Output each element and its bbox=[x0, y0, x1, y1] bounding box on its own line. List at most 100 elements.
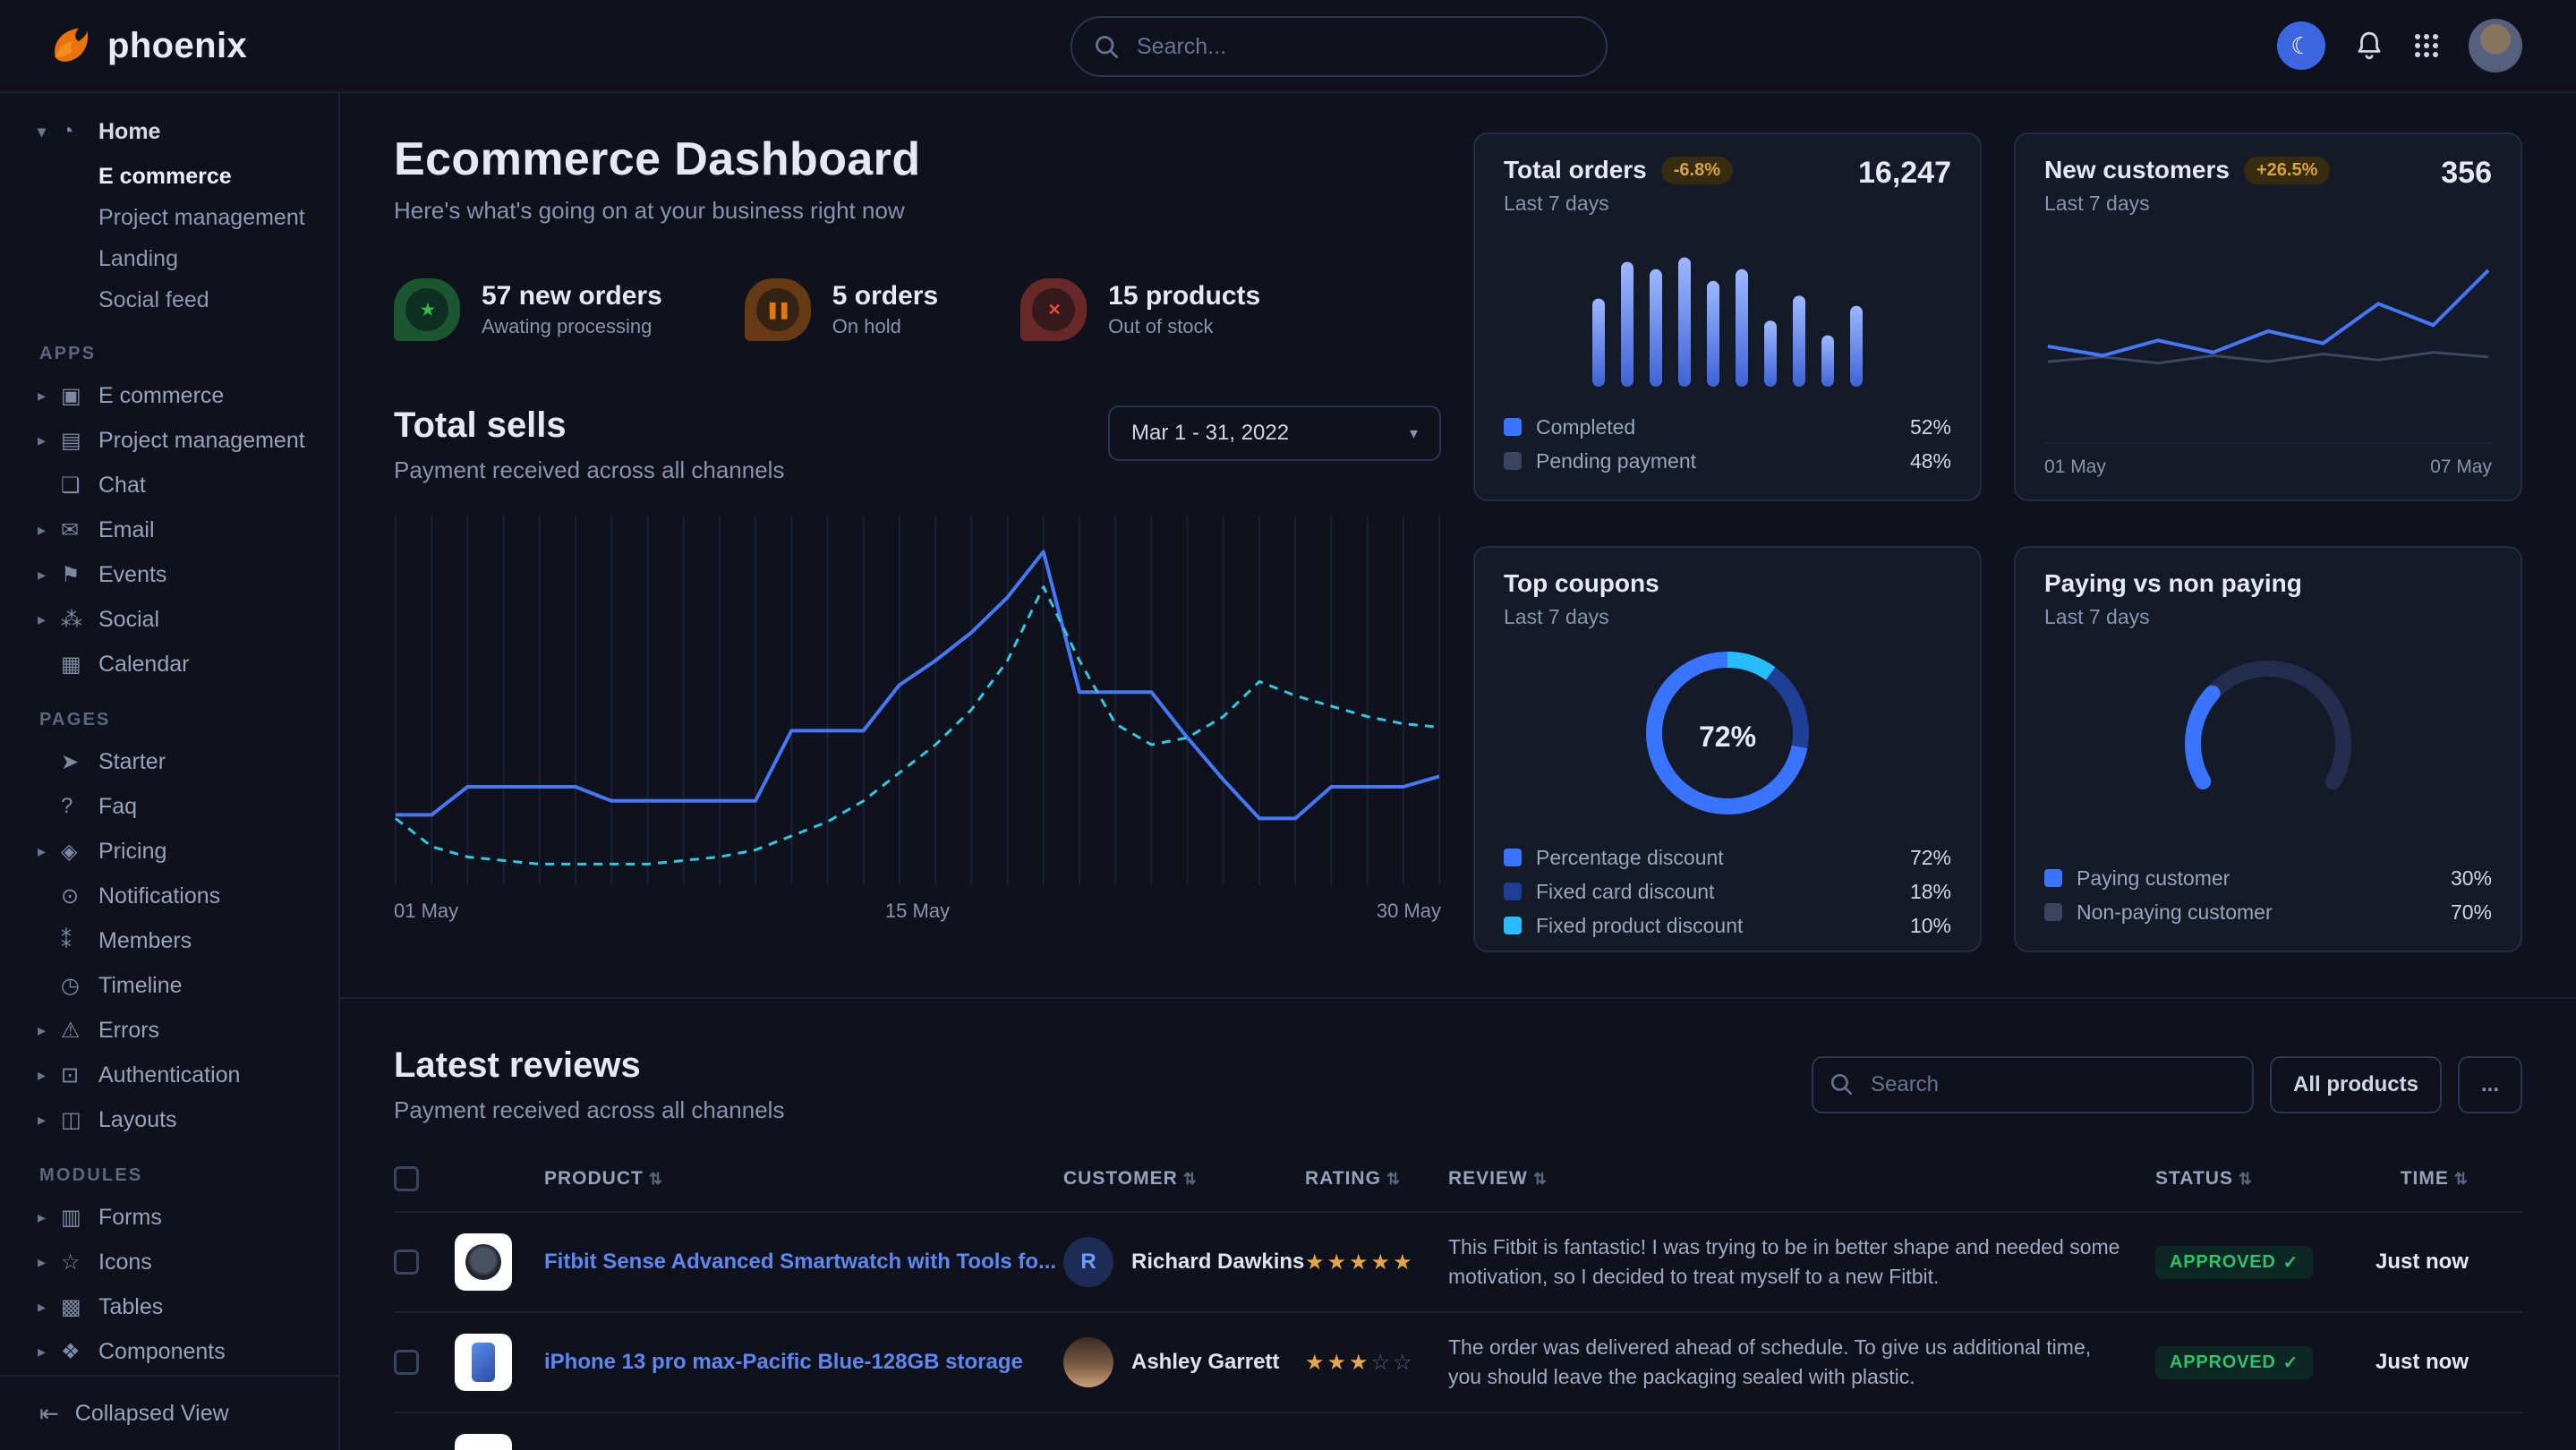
product-thumbnail bbox=[455, 1434, 512, 1450]
rating-stars: ★★★☆☆ bbox=[1305, 1351, 1415, 1375]
sidebar-item-faq[interactable]: ?Faq bbox=[0, 784, 338, 829]
sidebar-item-authentication[interactable]: ▸⊡Authentication bbox=[0, 1053, 338, 1097]
sidebar-item-calendar[interactable]: ▦Calendar bbox=[0, 642, 338, 687]
collapse-label: Collapsed View bbox=[75, 1401, 229, 1427]
row-checkbox[interactable] bbox=[394, 1350, 419, 1375]
sidebar-item-label: Members bbox=[98, 928, 192, 954]
form-icon: ▥ bbox=[61, 1205, 98, 1231]
legend-row: Non-paying customer70% bbox=[2044, 895, 2492, 929]
flag-icon: ⚑ bbox=[61, 562, 98, 588]
column-header-status[interactable]: STATUS⇅ bbox=[2155, 1146, 2343, 1212]
sort-icon: ⇅ bbox=[2239, 1170, 2253, 1188]
date-range-select[interactable]: Mar 1 - 31, 2022 ▾ bbox=[1108, 405, 1441, 461]
trend-badge: +26.5% bbox=[2244, 157, 2330, 184]
reviews-controls: All products ... bbox=[1812, 1056, 2522, 1113]
sidebar-item-e-commerce[interactable]: ▸▣E commerce bbox=[0, 373, 338, 418]
card-period: Last 7 days bbox=[1504, 192, 1733, 216]
new-customers-card: New customers +26.5% Last 7 days 356 01 … bbox=[2014, 132, 2522, 501]
sidebar-item-label: Layouts bbox=[98, 1107, 177, 1133]
legend-label: Paying customer bbox=[2077, 866, 2451, 891]
brand[interactable]: phoenix bbox=[47, 22, 247, 69]
legend-row: Paying customer30% bbox=[2044, 861, 2492, 895]
legend-row: Fixed product discount10% bbox=[1504, 908, 1951, 942]
pie-icon: ◔ bbox=[61, 119, 98, 144]
legend-value: 30% bbox=[2451, 866, 2492, 891]
sidebar-item-errors[interactable]: ▸⚠Errors bbox=[0, 1008, 338, 1053]
card-title: New customers bbox=[2044, 156, 2230, 184]
total-sells-subtitle: Payment received across all channels bbox=[394, 456, 784, 484]
notifications-button[interactable] bbox=[2354, 30, 2384, 61]
sort-icon: ⇅ bbox=[649, 1170, 663, 1188]
sidebar-item-chat[interactable]: ❏Chat bbox=[0, 463, 338, 508]
coupons-legend: Percentage discount72%Fixed card discoun… bbox=[1504, 840, 1951, 942]
sidebar-item-home[interactable]: ▾◔Home bbox=[0, 107, 338, 156]
status-badge: APPROVED✓ bbox=[2155, 1346, 2313, 1379]
card-title: Top coupons bbox=[1504, 569, 1659, 598]
cart-icon: ▣ bbox=[61, 383, 98, 409]
global-search-input[interactable] bbox=[1070, 16, 1608, 77]
card-value: 356 bbox=[2441, 156, 2492, 216]
review-time: Just now bbox=[2343, 1212, 2522, 1312]
card-period: Last 7 days bbox=[2044, 192, 2330, 216]
sidebar-item-project-management[interactable]: ▸▤Project management bbox=[0, 418, 338, 463]
column-header-product[interactable]: PRODUCT⇅ bbox=[544, 1146, 1063, 1212]
sidebar-item-layouts[interactable]: ▸◫Layouts bbox=[0, 1097, 338, 1142]
sidebar-item-pricing[interactable]: ▸◈Pricing bbox=[0, 829, 338, 874]
column-header-rating[interactable]: RATING⇅ bbox=[1305, 1146, 1448, 1212]
orders-legend: Completed52%Pending payment48% bbox=[1504, 410, 1951, 478]
sidebar-section-label: MODULES bbox=[39, 1165, 338, 1186]
product-link[interactable]: Fitbit Sense Advanced Smartwatch with To… bbox=[544, 1250, 1063, 1275]
sidebar-item-forms[interactable]: ▸▥Forms bbox=[0, 1195, 338, 1240]
user-avatar[interactable] bbox=[2469, 19, 2522, 72]
column-header-customer[interactable]: CUSTOMER⇅ bbox=[1063, 1146, 1305, 1212]
legend-label: Non-paying customer bbox=[2077, 900, 2451, 925]
bell-icon: ⊙ bbox=[61, 883, 98, 909]
sidebar-item-events[interactable]: ▸⚑Events bbox=[0, 552, 338, 597]
sidebar-item-e-commerce[interactable]: E commerce bbox=[0, 156, 338, 197]
collapse-sidebar-button[interactable]: ⇤ Collapsed View bbox=[0, 1375, 338, 1450]
sidebar-item-members[interactable]: ⁑Members bbox=[0, 918, 338, 963]
column-header-review[interactable]: REVIEW⇅ bbox=[1448, 1146, 2155, 1212]
sidebar-item-timeline[interactable]: ◷Timeline bbox=[0, 963, 338, 1008]
legend-color-dot bbox=[1504, 418, 1522, 436]
row-checkbox[interactable] bbox=[394, 1250, 419, 1275]
card-value: 16,247 bbox=[1858, 156, 1951, 216]
sidebar-item-icons[interactable]: ▸☆Icons bbox=[0, 1240, 338, 1284]
tag-icon: ◈ bbox=[61, 839, 98, 865]
sidebar-item-social[interactable]: ▸⁂Social bbox=[0, 597, 338, 642]
sidebar-item-social-feed[interactable]: Social feed bbox=[0, 279, 338, 320]
customer-name: Ashley Garrett bbox=[1131, 1350, 1279, 1375]
select-all-checkbox[interactable] bbox=[394, 1166, 419, 1191]
topbar-actions: ☾ bbox=[2277, 19, 2522, 72]
thumb-column-spacer bbox=[455, 1146, 544, 1212]
paying-vs-nonpaying-card: Paying vs non paying Last 7 days Paying … bbox=[2014, 546, 2522, 952]
customer-avatar: R bbox=[1063, 1237, 1113, 1287]
sidebar-item-starter[interactable]: ➤Starter bbox=[0, 739, 338, 784]
legend-row: Pending payment48% bbox=[1504, 444, 1951, 478]
customer-avatar bbox=[1063, 1337, 1113, 1387]
product-link[interactable]: iPhone 13 pro max-Pacific Blue-128GB sto… bbox=[544, 1350, 1063, 1375]
reviews-search-input[interactable] bbox=[1812, 1056, 2254, 1113]
sidebar-item-label: Project management bbox=[98, 428, 305, 454]
sidebar-item-label: Authentication bbox=[98, 1062, 240, 1088]
all-products-filter-button[interactable]: All products bbox=[2270, 1056, 2442, 1113]
column-header-time[interactable]: TIME⇅ bbox=[2343, 1146, 2522, 1212]
sidebar-item-email[interactable]: ▸✉Email bbox=[0, 508, 338, 552]
review-text: This Fitbit is fantastic! I was trying t… bbox=[1448, 1232, 2155, 1292]
sidebar-item-tables[interactable]: ▸▩Tables bbox=[0, 1284, 338, 1329]
apps-grid-button[interactable] bbox=[2413, 32, 2440, 59]
bell-icon bbox=[2354, 30, 2384, 61]
sidebar-item-landing[interactable]: Landing bbox=[0, 238, 338, 279]
sidebar-item-project-management[interactable]: Project management bbox=[0, 197, 338, 238]
more-options-button[interactable]: ... bbox=[2458, 1056, 2522, 1113]
theme-toggle-button[interactable]: ☾ bbox=[2277, 21, 2325, 70]
sidebar-item-notifications[interactable]: ⊙Notifications bbox=[0, 874, 338, 918]
sidebar-item-components[interactable]: ▸❖Components bbox=[0, 1329, 338, 1374]
top-section: Ecommerce Dashboard Here's what's going … bbox=[394, 93, 2522, 997]
total-sells-chart bbox=[394, 509, 1441, 889]
reviews-title: Latest reviews bbox=[394, 1045, 784, 1086]
chevron-down-icon: ▾ bbox=[1410, 424, 1418, 443]
date-range-value: Mar 1 - 31, 2022 bbox=[1131, 421, 1289, 446]
customer-cell: RRichard Dawkins bbox=[1063, 1237, 1305, 1287]
column-label: RATING bbox=[1305, 1168, 1381, 1189]
